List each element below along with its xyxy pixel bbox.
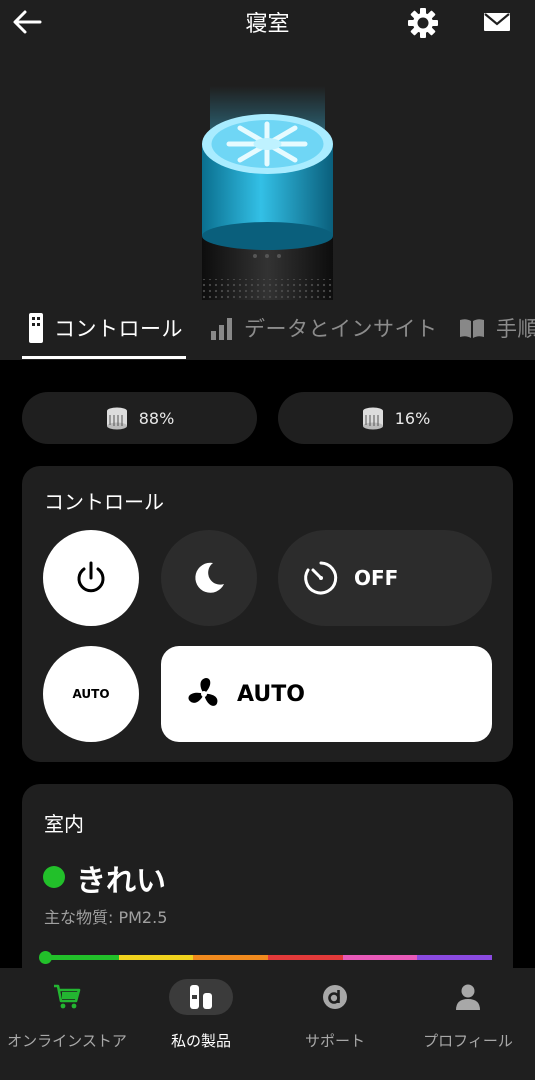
timer-icon [304, 561, 338, 595]
cart-icon [54, 984, 81, 1009]
air-quality-status: きれい [76, 864, 166, 899]
nav-support[interactable]: サポート [268, 968, 402, 1080]
nav-profile[interactable]: プロフィール [401, 968, 535, 1080]
nav-support-label: サポート [304, 1032, 365, 1050]
filter-2-value: 16% [394, 408, 431, 428]
air-quality-scale [44, 955, 493, 960]
moon-icon [195, 562, 224, 593]
scale-segment-extremely-poor [342, 955, 418, 960]
person-icon [456, 984, 480, 1010]
dominant-pollutant: 主な物質: PM2.5 [44, 908, 168, 927]
book-icon [460, 319, 484, 338]
tab-data-label: データとインサイト [244, 317, 438, 341]
tab-control-label: コントロール [54, 317, 183, 341]
filter-1-value: 88% [138, 408, 175, 428]
nav-my-products-label: 私の製品 [170, 1032, 231, 1050]
nav-profile-label: プロフィール [423, 1032, 513, 1050]
auto-mode-label: AUTO [72, 687, 110, 701]
air-quality-marker [39, 951, 52, 964]
tab-bar: コントロール データとインサイト 手順 [0, 300, 535, 360]
tab-instructions-label: 手順 [496, 317, 535, 341]
page-title: 寝室 [245, 12, 290, 37]
nav-online-store-label: オンラインストア [7, 1032, 127, 1050]
control-card-title: コントロール [44, 490, 164, 514]
scale-segment-fair [118, 955, 194, 960]
envelope-icon [484, 13, 510, 31]
scale-segment-severe [417, 955, 493, 960]
nav-my-products[interactable]: 私の製品 [134, 968, 268, 1080]
indoor-card-title: 室内 [44, 812, 84, 836]
tab-instructions[interactable]: 手順 [458, 310, 535, 346]
night-mode-button[interactable] [161, 530, 257, 626]
nav-online-store[interactable]: オンラインストア [0, 968, 134, 1080]
scale-segment-good [44, 955, 119, 960]
bar-chart-icon [211, 318, 232, 340]
fan-icon [188, 678, 218, 706]
scale-segment-very-poor [268, 955, 343, 960]
sleep-timer-button[interactable]: OFF [278, 530, 492, 626]
filter-icon [362, 407, 383, 430]
control-card: コントロール OFF AUTO AUTO [22, 466, 513, 762]
timer-value: OFF [354, 566, 399, 590]
top-bar: 寝室 [0, 0, 535, 44]
filter-status-2[interactable]: 16% [278, 392, 513, 444]
power-icon [77, 561, 105, 593]
filter-icon [106, 407, 127, 430]
bottom-nav: オンラインストア 私の製品 サポート プロフィール [0, 968, 535, 1080]
fan-speed-label: AUTO [237, 681, 305, 707]
air-quality-indicator [43, 866, 65, 888]
fan-speed-control[interactable]: AUTO [161, 646, 492, 742]
gear-icon [408, 8, 438, 38]
settings-button[interactable] [406, 6, 440, 40]
power-button[interactable] [43, 530, 139, 626]
auto-mode-button[interactable]: AUTO [43, 646, 139, 742]
tab-control[interactable]: コントロール [28, 310, 183, 346]
support-icon [323, 985, 347, 1009]
filter-status-1[interactable]: 88% [22, 392, 257, 444]
mail-button[interactable] [482, 10, 512, 34]
active-tab-indicator [22, 356, 186, 359]
remote-icon [29, 313, 43, 343]
scale-segment-poor [193, 955, 269, 960]
tab-data-insights[interactable]: データとインサイト [210, 310, 438, 346]
product-icon [190, 985, 212, 1009]
